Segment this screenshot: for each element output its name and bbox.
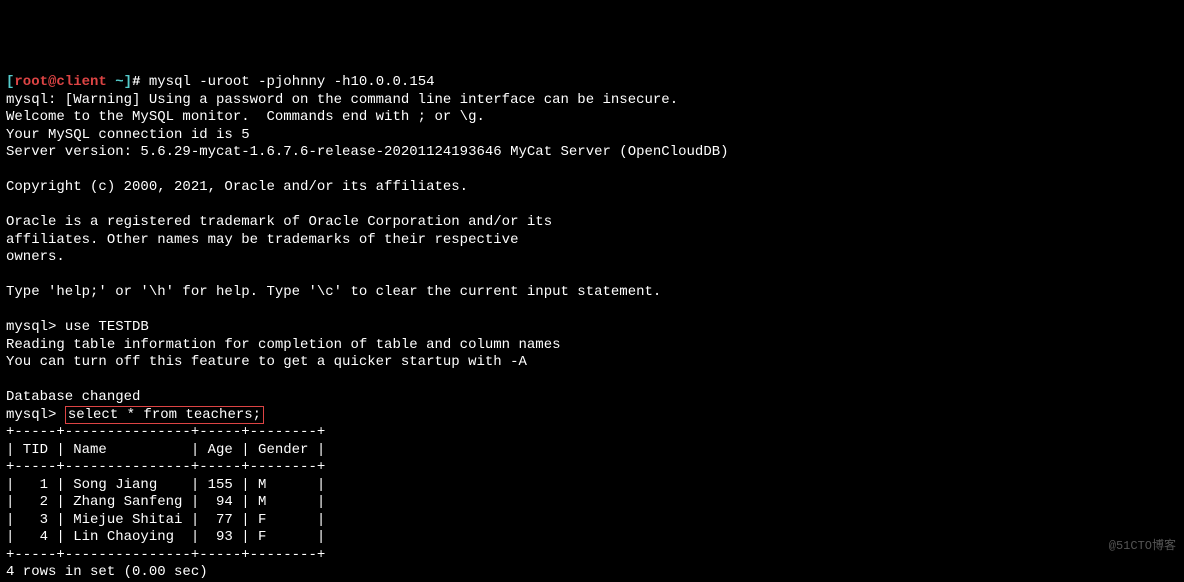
mysql-banner-line: affiliates. Other names may be trademark…	[6, 232, 518, 248]
mysql-command-highlighted[interactable]: select * from teachers;	[65, 406, 264, 424]
table-row: | 3 | Miejue Shitai | 77 | F |	[6, 512, 325, 528]
shell-prompt: [root@client ~]#	[6, 74, 140, 90]
shell-command[interactable]: mysql -uroot -pjohnny -h10.0.0.154	[149, 74, 435, 90]
mysql-banner-line: Server version: 5.6.29-mycat-1.6.7.6-rel…	[6, 144, 729, 160]
mysql-banner-line: Your MySQL connection id is 5	[6, 127, 250, 143]
prompt-path: ~	[115, 74, 123, 90]
bracket-close: ]	[124, 74, 132, 90]
mysql-banner-line: owners.	[6, 249, 65, 265]
table-row: | 4 | Lin Chaoying | 93 | F |	[6, 529, 325, 545]
prompt-host: client	[56, 74, 106, 90]
mysql-output-line: You can turn off this feature to get a q…	[6, 354, 527, 370]
table-border: +-----+---------------+-----+--------+	[6, 547, 325, 563]
prompt-sep	[107, 74, 115, 90]
table-row: | 2 | Zhang Sanfeng | 94 | M |	[6, 494, 325, 510]
table-row: | 1 | Song Jiang | 155 | M |	[6, 477, 325, 493]
mysql-banner-line: Oracle is a registered trademark of Orac…	[6, 214, 552, 230]
mysql-banner-line: mysql: [Warning] Using a password on the…	[6, 92, 678, 108]
mysql-prompt: mysql>	[6, 319, 65, 335]
mysql-banner-line: Type 'help;' or '\h' for help. Type '\c'…	[6, 284, 661, 300]
prompt-user: root	[14, 74, 48, 90]
mysql-output-line: Reading table information for completion…	[6, 337, 561, 353]
mysql-prompt: mysql>	[6, 407, 65, 423]
mysql-banner-line: Welcome to the MySQL monitor. Commands e…	[6, 109, 485, 125]
table-header: | TID | Name | Age | Gender |	[6, 442, 325, 458]
table-footer: 4 rows in set (0.00 sec)	[6, 564, 208, 580]
table-border: +-----+---------------+-----+--------+	[6, 459, 325, 475]
mysql-command[interactable]: use TESTDB	[65, 319, 149, 335]
prompt-hash: #	[132, 74, 140, 90]
table-border: +-----+---------------+-----+--------+	[6, 424, 325, 440]
watermark: @51CTO博客	[1109, 539, 1176, 554]
mysql-banner-line: Copyright (c) 2000, 2021, Oracle and/or …	[6, 179, 468, 195]
mysql-output-line: Database changed	[6, 389, 140, 405]
